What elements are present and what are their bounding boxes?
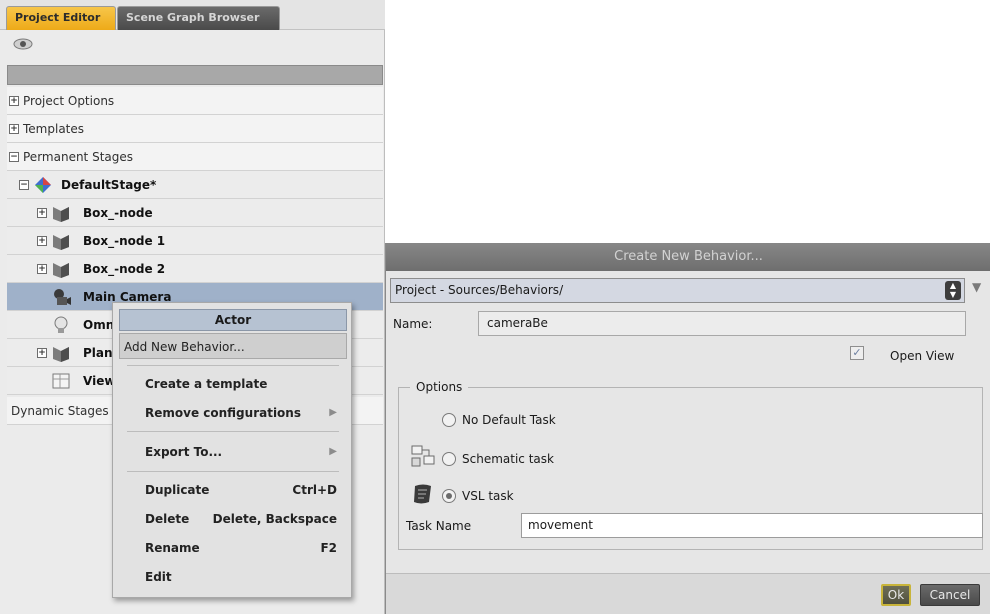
tree-item-label: Plan xyxy=(83,346,113,360)
expand-icon[interactable]: + xyxy=(9,96,19,106)
collapse-icon[interactable]: − xyxy=(9,152,19,162)
context-menu: Actor Add New Behavior... Create a templ… xyxy=(112,302,352,598)
menu-item-label: Rename xyxy=(145,541,200,555)
eye-icon[interactable] xyxy=(12,36,34,52)
tree-item-label: Project Options xyxy=(23,94,115,108)
menu-separator xyxy=(127,471,339,472)
menu-item-add-new-behavior[interactable]: Add New Behavior... xyxy=(119,333,347,359)
tree-item-label: Templates xyxy=(23,122,85,136)
actor-icon xyxy=(53,235,69,250)
create-behavior-dialog: Create New Behavior... Project - Sources… xyxy=(385,243,990,614)
tree-item-templates[interactable]: + Templates xyxy=(7,115,383,143)
menu-item-label: Export To... xyxy=(145,445,223,459)
submenu-arrow-icon: ▶ xyxy=(329,407,337,418)
tree-item-label: Box_-node 1 xyxy=(83,234,166,248)
menu-shortcut: Ctrl+D xyxy=(292,483,337,497)
menu-shortcut: F2 xyxy=(320,541,337,555)
tree-item-label: DefaultStage* xyxy=(61,178,157,192)
tab-scene-graph-browser[interactable]: Scene Graph Browser xyxy=(117,6,280,30)
schematic-task-radio[interactable] xyxy=(442,452,456,466)
submenu-arrow-icon: ▶ xyxy=(329,446,337,457)
tree-item-label: View xyxy=(83,374,116,388)
cancel-button[interactable]: Cancel xyxy=(920,584,980,606)
menu-item-label: Create a template xyxy=(145,377,268,391)
schematic-task-label: Schematic task xyxy=(462,452,554,466)
name-label: Name: xyxy=(393,317,433,331)
menu-item-label: Delete xyxy=(145,512,190,526)
tree-item-label: Box_-node 2 xyxy=(83,262,166,276)
expand-icon[interactable]: + xyxy=(37,236,47,246)
menu-item-label: Remove configurations xyxy=(145,406,301,420)
vsl-task-label: VSL task xyxy=(462,489,514,503)
menu-item-rename[interactable]: Rename F2 xyxy=(119,535,347,561)
tree-item-permanent-stages[interactable]: − Permanent Stages xyxy=(7,143,383,171)
menu-item-export-to[interactable]: Export To... ▶ xyxy=(119,439,347,465)
expand-icon[interactable]: + xyxy=(9,124,19,134)
tree-item-label: Box_-node xyxy=(83,206,153,220)
menu-item-duplicate[interactable]: Duplicate Ctrl+D xyxy=(119,477,347,503)
actor-icon xyxy=(53,207,69,222)
dialog-title: Create New Behavior... xyxy=(386,243,990,271)
menu-shortcut: Delete, Backspace xyxy=(212,512,337,526)
tree-item-project-options[interactable]: + Project Options xyxy=(7,87,383,115)
tree-item-label: Permanent Stages xyxy=(23,150,133,164)
tree-item-box-node-2[interactable]: + Box_-node 2 xyxy=(7,255,383,283)
menu-item-edit[interactable]: Edit xyxy=(119,564,347,590)
expand-icon[interactable]: + xyxy=(37,264,47,274)
menu-item-delete[interactable]: Delete Delete, Backspace xyxy=(119,506,347,532)
menu-separator xyxy=(127,365,339,366)
viewport-icon xyxy=(52,373,70,389)
dropdown-arrow-icon[interactable]: ▼ xyxy=(972,280,986,294)
menu-item-create-template[interactable]: Create a template xyxy=(119,371,347,397)
tree-item-label: Dynamic Stages xyxy=(11,404,109,418)
no-default-task-label: No Default Task xyxy=(462,413,556,427)
expand-icon[interactable]: + xyxy=(37,348,47,358)
tab-bar: Project Editor Scene Graph Browser xyxy=(0,0,385,30)
menu-header-actor: Actor xyxy=(119,309,347,331)
menu-item-remove-configurations[interactable]: Remove configurations ▶ xyxy=(119,400,347,426)
path-stepper-icon[interactable]: ▲ ▼ xyxy=(945,281,961,300)
ok-button[interactable]: Ok xyxy=(881,584,911,606)
open-view-label: Open View xyxy=(890,349,955,363)
menu-separator xyxy=(127,431,339,432)
behavior-path-value: Project - Sources/Behaviors/ xyxy=(395,283,564,297)
options-group-title: Options xyxy=(410,380,469,394)
schematic-icon xyxy=(411,445,435,467)
actor-icon xyxy=(53,347,69,362)
camera-icon xyxy=(54,289,71,305)
filter-bar[interactable] xyxy=(7,65,383,85)
tab-project-editor[interactable]: Project Editor xyxy=(6,6,116,30)
tree-item-default-stage[interactable]: − DefaultStage* xyxy=(7,171,383,199)
vsl-task-radio[interactable] xyxy=(442,489,456,503)
menu-item-label: Duplicate xyxy=(145,483,210,497)
vsl-script-icon xyxy=(414,484,431,504)
behavior-path-select[interactable]: Project - Sources/Behaviors/ ▲ ▼ xyxy=(390,278,965,303)
stage-icon xyxy=(35,177,51,193)
task-name-label: Task Name xyxy=(406,519,472,533)
open-view-checkbox[interactable]: ✓ xyxy=(850,346,864,360)
expand-icon[interactable]: + xyxy=(37,208,47,218)
no-default-task-radio[interactable] xyxy=(442,413,456,427)
task-name-input[interactable]: movement xyxy=(521,513,983,538)
name-input[interactable]: cameraBe xyxy=(478,311,966,336)
light-bulb-icon xyxy=(54,316,68,333)
actor-icon xyxy=(53,263,69,278)
collapse-icon[interactable]: − xyxy=(19,180,29,190)
menu-item-label: Edit xyxy=(145,570,172,584)
tree-item-box-node-1[interactable]: + Box_-node 1 xyxy=(7,227,383,255)
tree-item-box-node[interactable]: + Box_-node xyxy=(7,199,383,227)
